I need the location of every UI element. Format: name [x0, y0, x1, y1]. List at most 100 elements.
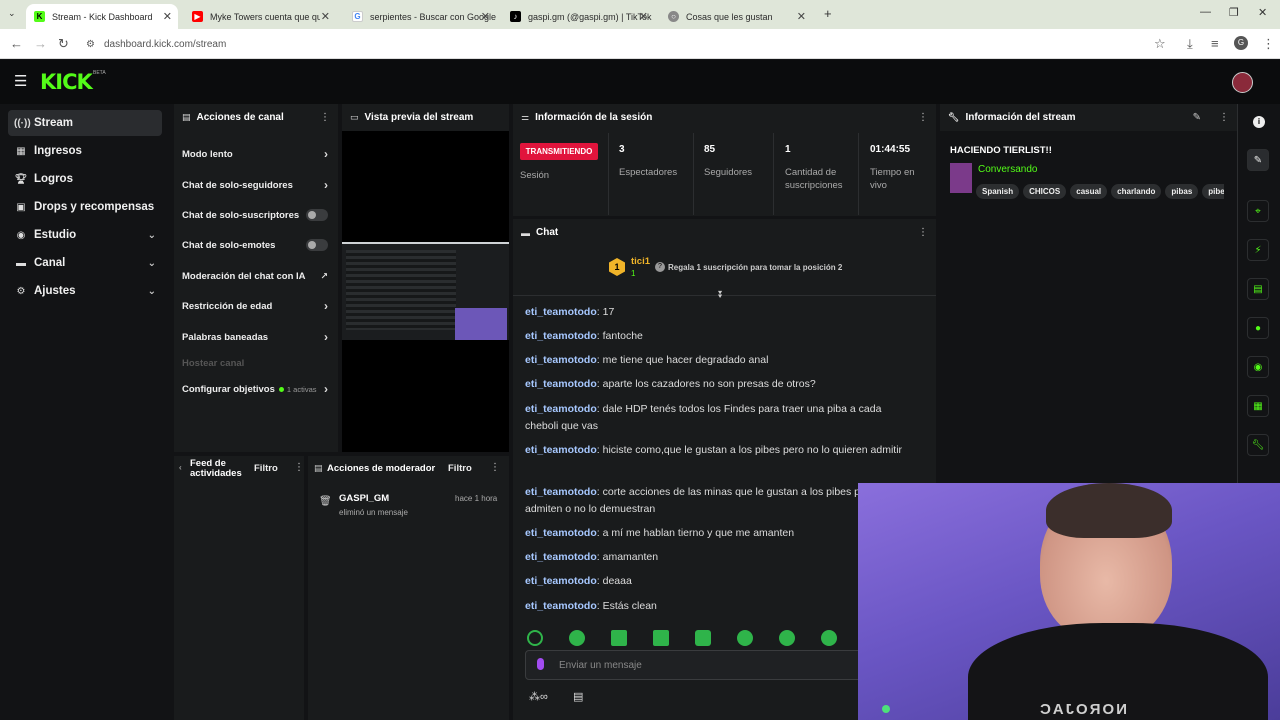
profile-avatar[interactable]: G — [1234, 36, 1248, 50]
chat-username[interactable]: eti_teamotodo — [525, 551, 597, 563]
more-options-icon[interactable]: ⋮ — [490, 462, 500, 473]
broadcast-button[interactable]: ◉ — [1247, 356, 1269, 378]
sidebar-item-drops[interactable]: ▣ Drops y recompensas — [8, 194, 162, 220]
emote-icon[interactable] — [821, 630, 837, 646]
slow-mode-row[interactable]: Modo lento › — [182, 144, 330, 164]
emote-icon[interactable] — [737, 630, 753, 646]
restore-icon[interactable]: ❐ — [1229, 6, 1239, 19]
category-name[interactable]: Conversando — [978, 164, 1037, 175]
microphone-icon[interactable] — [537, 658, 544, 670]
emote-icon[interactable] — [569, 630, 585, 646]
more-options-icon[interactable]: ⋮ — [294, 462, 304, 473]
close-icon[interactable]: ✕ — [321, 10, 330, 23]
edit-icon[interactable]: ✎ — [1193, 112, 1201, 123]
chat-username[interactable]: eti_teamotodo — [525, 444, 597, 456]
emotes-only-toggle[interactable] — [306, 239, 328, 251]
tab-kick-dashboard[interactable]: K Stream - Kick Dashboard ✕ — [26, 4, 178, 29]
address-bar[interactable]: ⚙ dashboard.kick.com/stream — [80, 33, 1180, 55]
emote-icon[interactable] — [527, 630, 543, 646]
chat-username[interactable]: eti_teamotodo — [525, 330, 597, 342]
close-icon[interactable]: ✕ — [481, 10, 490, 23]
chat-username[interactable]: eti_teamotodo — [525, 600, 597, 612]
tools-button[interactable]: 🔧︎ — [1247, 434, 1269, 456]
new-tab-icon[interactable]: + — [824, 6, 832, 21]
notes-button[interactable]: ▤ — [1247, 278, 1269, 300]
kick-logo[interactable]: KICK — [40, 70, 93, 94]
emote-icon[interactable] — [779, 630, 795, 646]
back-icon[interactable]: ← — [10, 36, 23, 51]
tab-cosas[interactable]: ○ Cosas que les gustan ✕ — [660, 4, 812, 29]
sidebar-item-logros[interactable]: 🏆︎ Logros — [8, 166, 162, 192]
edit-stream-button[interactable]: ✎ — [1247, 149, 1269, 171]
chat-username[interactable]: eti_teamotodo — [525, 354, 597, 366]
clip-button[interactable]: ⌖ — [1247, 200, 1269, 222]
sidebar-item-canal[interactable]: ▬ Canal ⌄ — [8, 250, 162, 276]
download-icon[interactable]: ⤓ — [1187, 36, 1193, 52]
reload-icon[interactable]: ↻ — [58, 36, 69, 52]
more-options-icon[interactable]: ⋮ — [320, 112, 330, 123]
emote-picker-icon[interactable]: ▤ — [573, 690, 583, 703]
stream-icon: ((·)) — [14, 117, 31, 129]
chat-button[interactable]: ● — [1247, 317, 1269, 339]
goals-row[interactable]: Configurar objetivos 1 activas › — [182, 379, 330, 399]
more-options-icon[interactable]: ⋮ — [918, 112, 928, 123]
activity-feed-panel: ‹ Feed de actividades Filtro ⋮ — [174, 456, 304, 720]
ai-moderation-row[interactable]: Moderación del chat con IA ↗ — [182, 266, 330, 286]
tab-youtube[interactable]: ▶ Myke Towers cuenta que quería ✕ — [184, 4, 336, 29]
hamburger-menu-icon[interactable]: ☰ — [14, 72, 27, 90]
browser-menu-icon[interactable]: ⋮ — [1262, 36, 1275, 52]
pinned-user[interactable]: tici1 — [631, 256, 650, 267]
chat-username[interactable]: eti_teamotodo — [525, 575, 597, 587]
sidebar-item-stream[interactable]: ((·)) Stream — [8, 110, 162, 136]
chat-username[interactable]: eti_teamotodo — [525, 378, 597, 390]
chat-text: deaaa — [602, 575, 632, 587]
lightning-button[interactable]: ⚡︎ — [1247, 239, 1269, 261]
filter-button[interactable]: Filtro — [254, 463, 278, 474]
sidebar-item-estudio[interactable]: ◉ Estudio ⌄ — [8, 222, 162, 248]
gift-sub-prompt[interactable]: Regala 1 suscripción para tomar la posic… — [668, 263, 842, 272]
tab-tiktok[interactable]: ♪ gaspi.gm (@gaspi.gm) | TikTok ✕ — [502, 4, 654, 29]
age-restriction-row[interactable]: Restricción de edad › — [182, 296, 330, 316]
site-info-icon[interactable]: ⚙ — [86, 39, 95, 50]
emote-icon[interactable] — [695, 630, 711, 646]
close-icon[interactable]: ✕ — [797, 10, 806, 23]
external-link-icon: ↗ — [320, 270, 328, 281]
star-icon[interactable]: ☆ — [1154, 36, 1166, 52]
tab-search-icon[interactable]: ⌄ — [8, 8, 16, 19]
chat-username[interactable]: eti_teamotodo — [525, 486, 597, 498]
sidebar-item-ajustes[interactable]: ⚙ Ajustes ⌄ — [8, 278, 162, 304]
forward-icon[interactable]: → — [34, 36, 47, 51]
chat-message: eti_teamotodo: fantoche — [525, 330, 643, 342]
chat-message: eti_teamotodo: a mí me hablan tierno y q… — [525, 527, 795, 539]
close-icon[interactable]: ✕ — [639, 10, 648, 23]
chat-username[interactable]: eti_teamotodo — [525, 403, 597, 415]
chat-settings-icon[interactable]: ⁂∞ — [529, 690, 548, 703]
minimize-icon[interactable]: — — [1200, 6, 1211, 18]
subscribers-only-toggle[interactable] — [306, 209, 328, 221]
mod-action: eliminó un mensaje — [339, 508, 408, 517]
emote-icon[interactable] — [653, 630, 669, 646]
more-options-icon[interactable]: ⋮ — [918, 227, 928, 238]
filter-button[interactable]: Filtro — [448, 463, 472, 474]
chevron-down-icon: ⌄ — [147, 285, 156, 297]
more-options-icon[interactable]: ⋮ — [1219, 112, 1229, 123]
mod-user[interactable]: GASPI_GM — [339, 493, 389, 504]
emote-icon[interactable] — [611, 630, 627, 646]
user-avatar[interactable] — [1232, 72, 1253, 93]
scroll-down-icon[interactable]: ⏬︎ — [718, 290, 723, 301]
banned-words-row[interactable]: Palabras baneadas › — [182, 327, 330, 347]
media-icon[interactable]: ≡ — [1211, 36, 1219, 51]
followers-only-row[interactable]: Chat de solo-seguidores › — [182, 175, 330, 195]
layout-button[interactable]: ▦ — [1247, 395, 1269, 417]
chat-text: me tiene que hacer degradado anal — [602, 354, 769, 366]
sidebar-item-ingresos[interactable]: ▦ Ingresos — [8, 138, 162, 164]
chat-username[interactable]: eti_teamotodo — [525, 306, 597, 318]
chat-username[interactable]: eti_teamotodo — [525, 527, 597, 539]
stream-preview-video[interactable] — [342, 242, 509, 340]
trash-icon: 🗑︎ — [319, 496, 332, 507]
window-close-icon[interactable]: ✕ — [1258, 6, 1267, 19]
close-icon[interactable]: ✕ — [163, 10, 172, 23]
tab-google[interactable]: G serpientes - Buscar con Google ✕ — [344, 4, 496, 29]
tag: pibas — [1165, 184, 1199, 199]
info-icon[interactable]: i — [1253, 116, 1265, 128]
